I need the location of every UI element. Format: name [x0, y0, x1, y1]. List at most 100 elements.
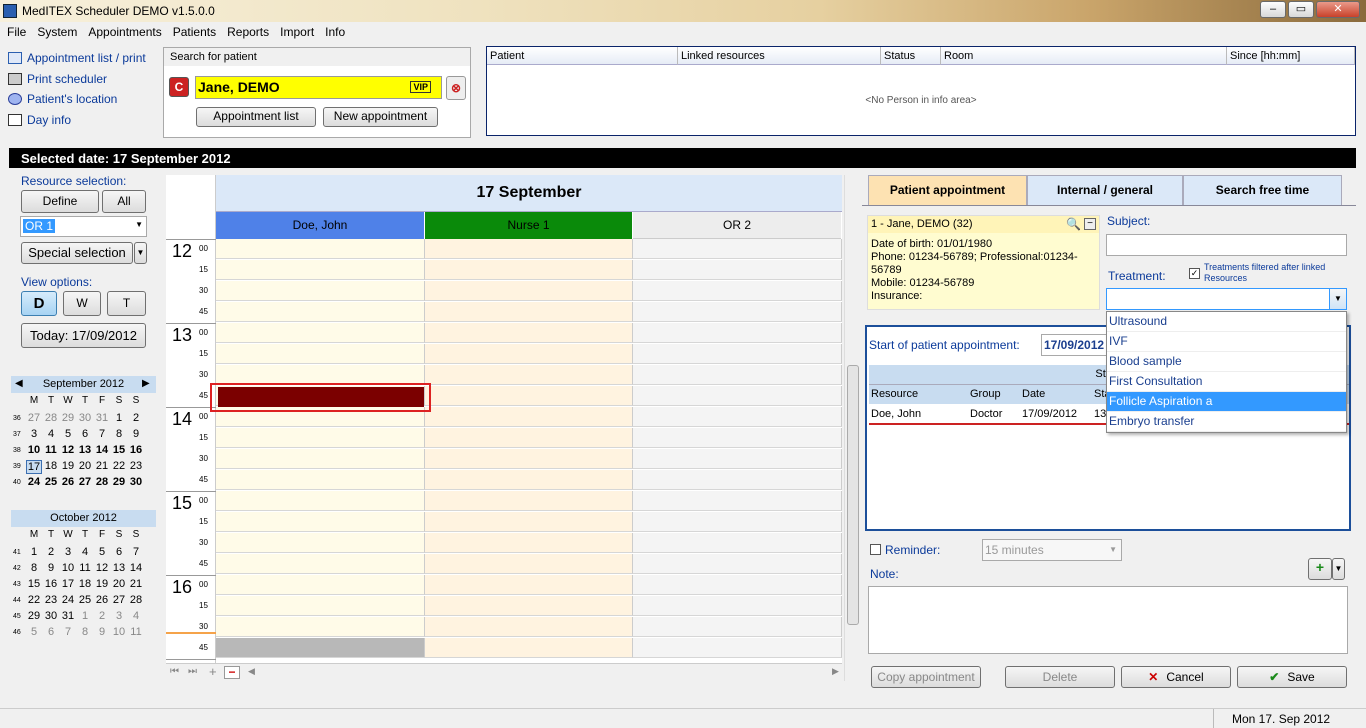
calendar-day[interactable]: 21	[94, 460, 110, 472]
calendar-day[interactable]: 28	[43, 412, 59, 424]
calendar-day[interactable]: 13	[77, 444, 93, 456]
calendar-day[interactable]: 26	[94, 594, 110, 606]
treatment-option[interactable]: Blood sample	[1107, 352, 1346, 372]
time-slot[interactable]	[216, 428, 425, 448]
calendar-day[interactable]: 18	[43, 460, 59, 472]
time-slot[interactable]	[425, 365, 633, 385]
time-slot[interactable]	[216, 554, 425, 574]
filter-checkbox[interactable]: ✓	[1189, 268, 1200, 279]
time-slot[interactable]	[216, 512, 425, 532]
time-slot[interactable]	[633, 491, 842, 511]
calendar-day[interactable]: 30	[43, 610, 59, 622]
resource-select[interactable]: OR 1 ▼	[20, 216, 147, 237]
calendar-day[interactable]: 7	[128, 546, 144, 558]
time-slot[interactable]	[216, 470, 425, 490]
calendar-day[interactable]: 22	[111, 460, 127, 472]
menu-reports[interactable]: Reports	[220, 22, 273, 39]
calendar-day[interactable]: 19	[60, 460, 76, 472]
treatment-option[interactable]: Ultrasound	[1107, 312, 1346, 332]
time-slot[interactable]	[425, 323, 633, 343]
treatment-option[interactable]: First Consultation	[1107, 372, 1346, 392]
time-slot[interactable]	[633, 596, 842, 616]
grid-vertical-scrollbar[interactable]	[844, 175, 860, 681]
calendar-day[interactable]: 18	[77, 578, 93, 590]
calendar-day[interactable]: 24	[60, 594, 76, 606]
calendar-day[interactable]: 29	[60, 412, 76, 424]
resource-header-nurse[interactable]: Nurse 1	[425, 212, 632, 239]
calendar-day[interactable]: 10	[111, 626, 127, 638]
appointment-list-link[interactable]: Appointment list / print	[8, 51, 146, 65]
col-date[interactable]: Date	[1022, 388, 1045, 400]
time-slot[interactable]	[216, 596, 425, 616]
maximize-button[interactable]: ▭	[1288, 1, 1314, 18]
time-slot[interactable]	[633, 512, 842, 532]
calendar-day[interactable]: 14	[128, 562, 144, 574]
calendar-day[interactable]: 7	[60, 626, 76, 638]
calendar-day[interactable]: 9	[43, 562, 59, 574]
calendar-day[interactable]: 10	[60, 562, 76, 574]
all-button[interactable]: All	[102, 190, 146, 213]
time-slot[interactable]	[633, 302, 842, 322]
time-slot[interactable]	[425, 449, 633, 469]
calendar-day[interactable]: 27	[26, 412, 42, 424]
treatment-option-selected[interactable]: Follicle Aspiration a	[1107, 392, 1346, 412]
calendar-day[interactable]: 22	[26, 594, 42, 606]
copy-appointment-button[interactable]: Copy appointment	[871, 666, 981, 688]
calendar-day[interactable]: 25	[43, 476, 59, 488]
calendar-day[interactable]: 28	[128, 594, 144, 606]
calendar-day[interactable]: 20	[77, 460, 93, 472]
time-slot[interactable]	[216, 575, 425, 595]
time-slot[interactable]	[633, 407, 842, 427]
calendar-day[interactable]: 8	[77, 626, 93, 638]
subject-input[interactable]	[1106, 234, 1347, 256]
calendar-day[interactable]: 1	[77, 610, 93, 622]
time-slot[interactable]	[425, 512, 633, 532]
time-slot[interactable]	[425, 407, 633, 427]
time-slot[interactable]	[633, 323, 842, 343]
col-resource[interactable]: Resource	[871, 388, 918, 400]
time-slot[interactable]	[216, 323, 425, 343]
calendar-day[interactable]: 15	[26, 578, 42, 590]
time-slot[interactable]	[633, 260, 842, 280]
time-slot[interactable]	[425, 554, 633, 574]
calendar-day[interactable]: 6	[111, 546, 127, 558]
last-icon[interactable]: ⏭	[188, 666, 197, 677]
time-slot[interactable]	[633, 281, 842, 301]
scroll-right-icon[interactable]: ▶	[832, 666, 839, 677]
calendar-day[interactable]: 10	[26, 444, 42, 456]
calendar-day[interactable]: 25	[77, 594, 93, 606]
calendar-day[interactable]: 9	[94, 626, 110, 638]
time-slot[interactable]	[216, 302, 425, 322]
time-slot[interactable]	[425, 428, 633, 448]
menu-import[interactable]: Import	[273, 22, 318, 39]
calendar-day[interactable]: 1	[111, 412, 127, 424]
calendar-day[interactable]: 12	[60, 444, 76, 456]
menu-info[interactable]: Info	[318, 22, 349, 39]
tab-search-free-time[interactable]: Search free time	[1183, 175, 1342, 205]
calendar-day[interactable]: 4	[128, 610, 144, 622]
calendar-day[interactable]: 5	[60, 428, 76, 440]
delete-button[interactable]: Delete	[1005, 666, 1115, 688]
time-slot[interactable]	[633, 449, 842, 469]
time-slot[interactable]	[425, 260, 633, 280]
time-slot[interactable]	[633, 575, 842, 595]
patients-location-link[interactable]: Patient's location	[8, 92, 117, 106]
calendar-day[interactable]: 4	[43, 428, 59, 440]
calendar-day[interactable]: 5	[26, 626, 42, 638]
calendar-day[interactable]: 11	[77, 562, 93, 574]
calendar-day[interactable]: 17	[26, 460, 42, 474]
appointment-list-button[interactable]: Appointment list	[196, 107, 316, 127]
view-t-button[interactable]: T	[107, 291, 146, 316]
time-slot[interactable]	[633, 638, 842, 658]
cancel-button[interactable]: ✕ Cancel	[1121, 666, 1231, 688]
time-slot[interactable]	[425, 470, 633, 490]
calendar-day[interactable]: 23	[128, 460, 144, 472]
col-group[interactable]: Group	[970, 388, 1001, 400]
time-slot[interactable]	[216, 260, 425, 280]
treatment-option[interactable]: Embryo transfer	[1107, 412, 1346, 432]
calendar-day[interactable]: 21	[128, 578, 144, 590]
calendar-day[interactable]: 31	[60, 610, 76, 622]
calendar-day[interactable]: 30	[128, 476, 144, 488]
time-slot[interactable]	[633, 386, 842, 406]
calendar-day[interactable]: 4	[77, 546, 93, 558]
